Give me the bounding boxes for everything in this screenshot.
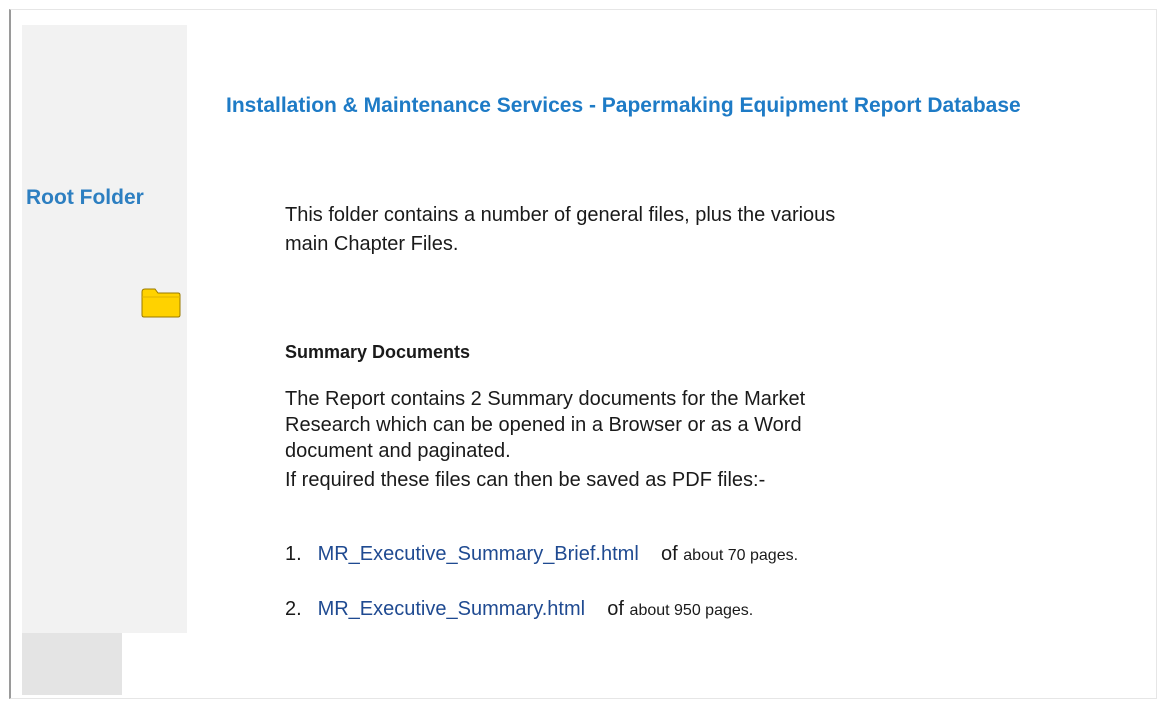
summary-documents-heading: Summary Documents [285, 342, 471, 362]
executive-summary-link[interactable]: MR_Executive_Summary.html [318, 598, 585, 620]
sidebar [22, 25, 187, 633]
page-count: about 950 pages. [629, 602, 754, 619]
list-item-spacer [591, 598, 602, 620]
list-item-spacer [644, 543, 655, 565]
report-title: Installation & Maintenance Services - Pa… [226, 94, 1021, 117]
folder-icon [140, 287, 182, 318]
executive-summary-brief-link[interactable]: MR_Executive_Summary_Brief.html [318, 543, 639, 565]
list-item-of: of [607, 598, 624, 620]
root-folder-label: Root Folder [26, 186, 144, 209]
sidebar-footer-block [22, 633, 122, 695]
list-item-number: 1. [285, 543, 302, 565]
pdf-note: If required these files can then be save… [285, 469, 766, 491]
list-item-number: 2. [285, 598, 302, 620]
summary-description: The Report contains 2 Summary documents … [285, 388, 806, 462]
list-item: 2. MR_Executive_Summary.html of about 95… [285, 598, 753, 621]
folder-description: This folder contains a number of general… [285, 204, 836, 255]
list-item-of: of [661, 543, 678, 565]
list-item: 1. MR_Executive_Summary_Brief.html of ab… [285, 543, 798, 566]
page-count: about 70 pages. [683, 547, 799, 564]
